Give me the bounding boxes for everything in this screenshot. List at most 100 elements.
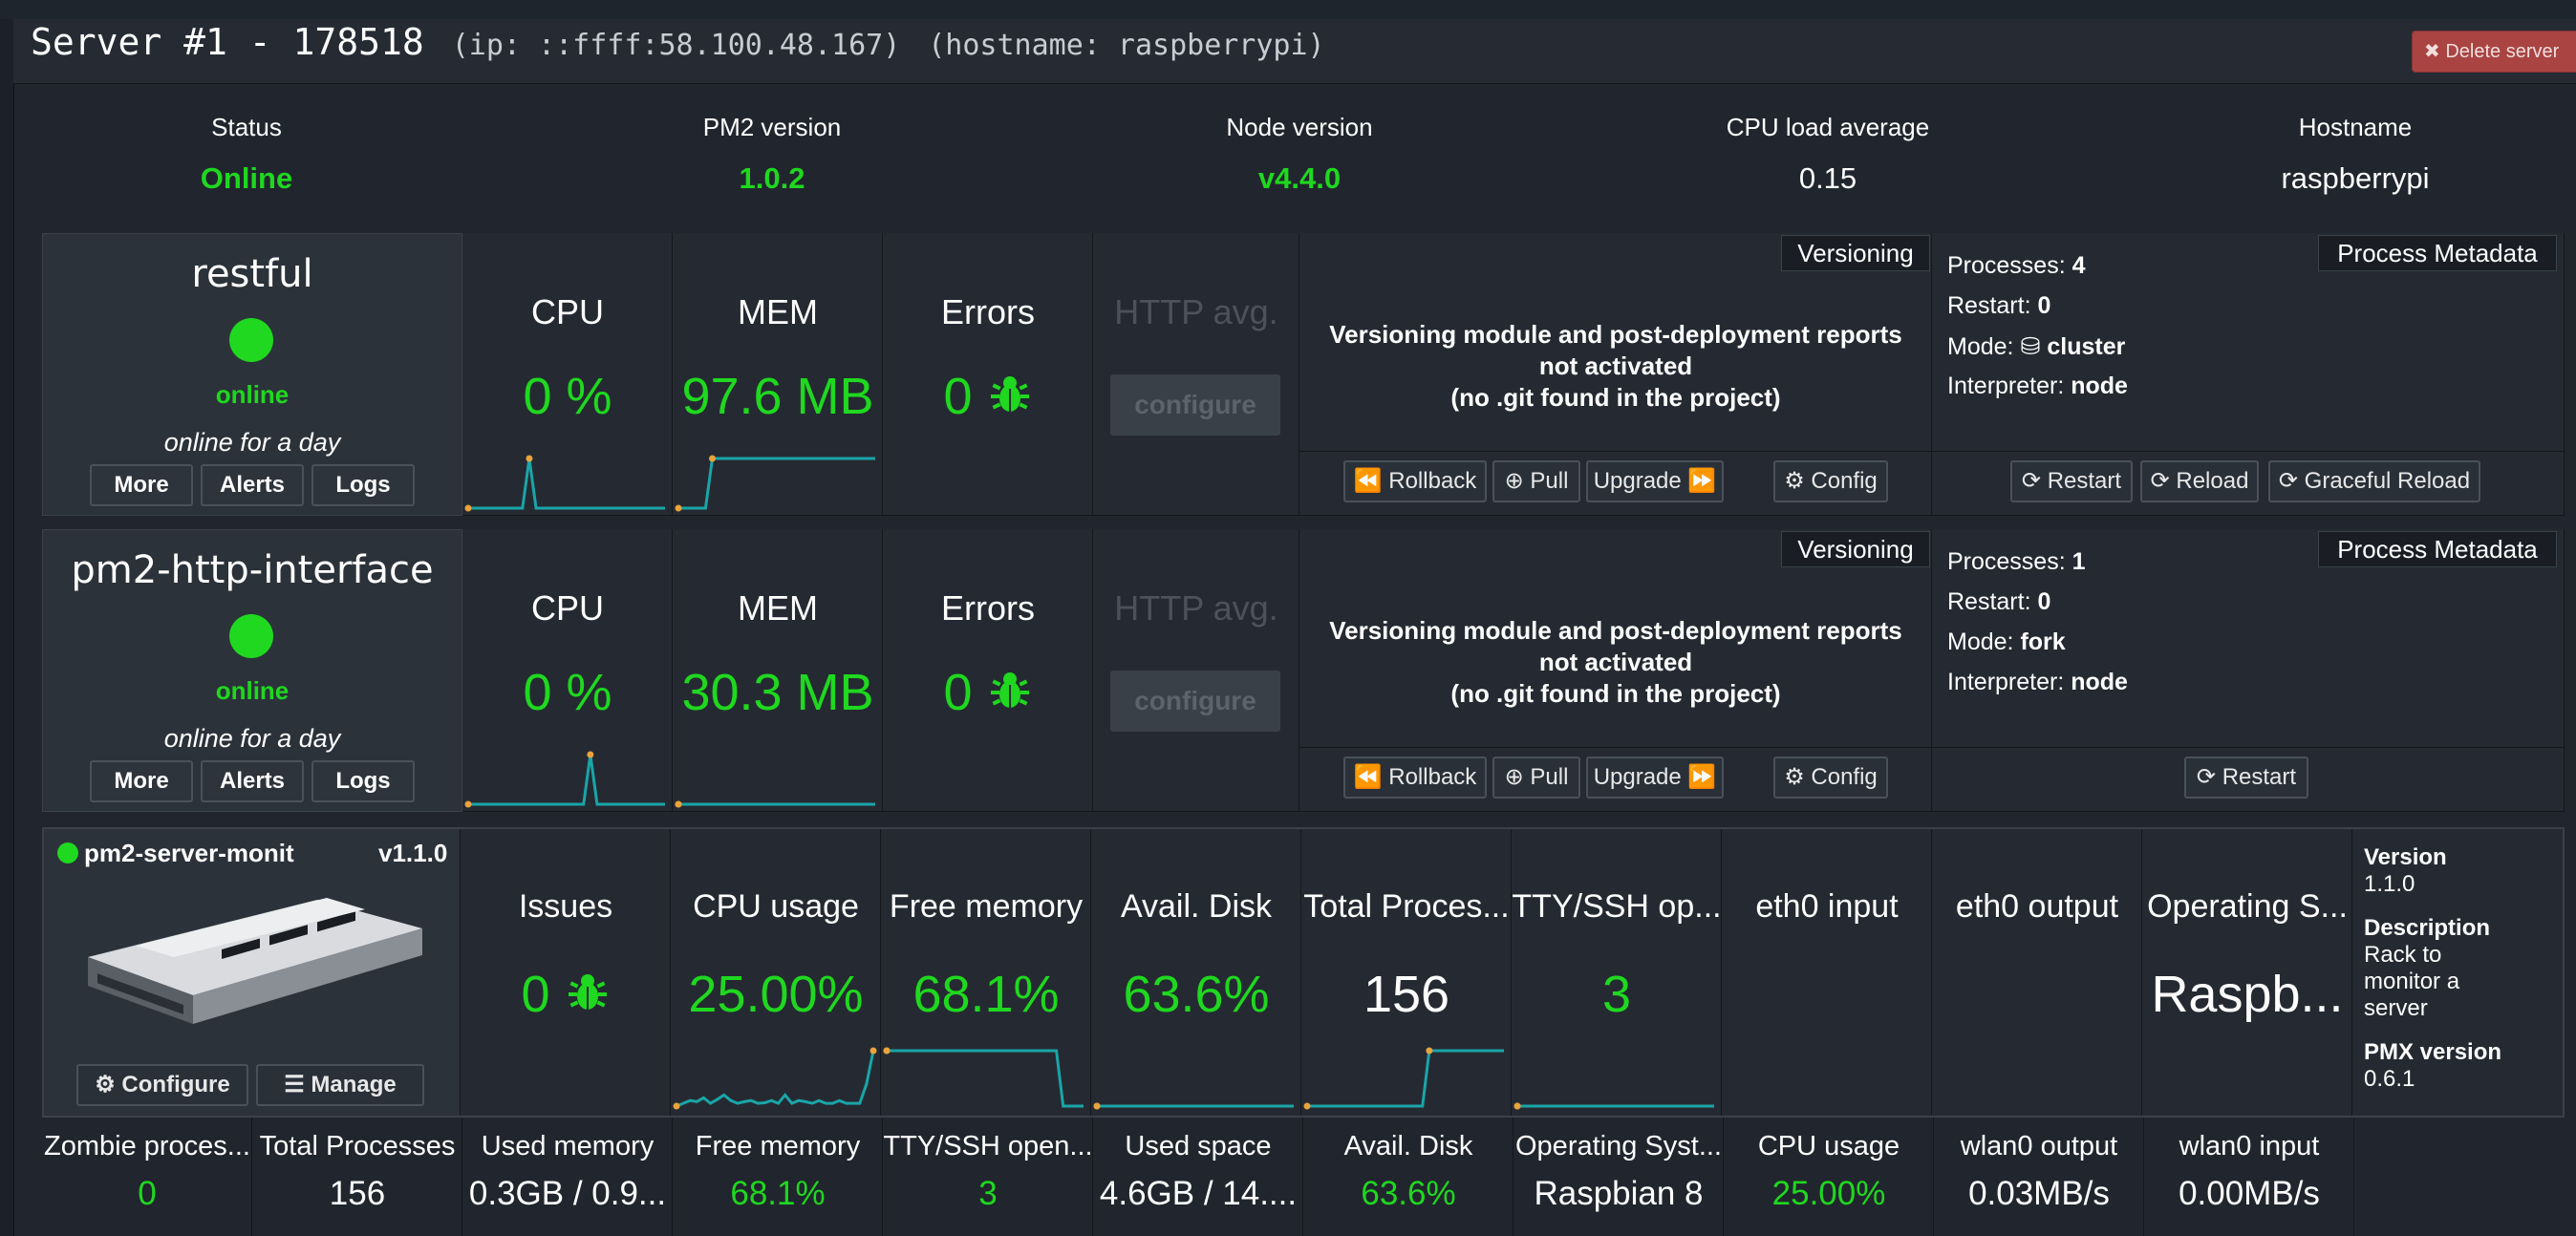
delete-server-button[interactable]: ✖ Delete server (2412, 31, 2576, 73)
server-title: Server #1 - 178518 (ip: ::ffff:58.100.48… (31, 21, 1325, 63)
bug-icon (568, 974, 607, 1010)
sparkline-start-point (464, 800, 472, 808)
more-button[interactable]: More (90, 464, 193, 506)
sparkline-start-point (1303, 1102, 1311, 1110)
meta-restart: Restart: 0 (1947, 292, 2050, 320)
rewind-icon: ⏪ (1353, 764, 1383, 790)
versioning-line-3: (no .git found in the project) (1450, 679, 1781, 708)
pull-icon: ⊕ (1504, 764, 1524, 790)
module-eth0-output-cell (1932, 829, 2142, 1116)
delete-server-label: Delete server (2445, 41, 2560, 62)
alerts-button[interactable]: Alerts (201, 760, 304, 802)
pm2-version-label: PM2 version (702, 113, 842, 141)
meta-restart-label: Restart: (1947, 292, 2031, 319)
module-tty-sparkline (1513, 1102, 1714, 1110)
bottom-stat-value: 0.03MB/s (1968, 1175, 2110, 1212)
module-manage-button[interactable]: ☰ Manage (256, 1064, 424, 1106)
node-version-label: Node version (1226, 113, 1373, 141)
meta-restart-label: Restart: (1947, 588, 2031, 615)
sparkline-peak-point (675, 800, 682, 808)
module-info-description: Description (2364, 915, 2555, 942)
http-avg-title: HTTP avg. (1114, 588, 1278, 628)
server-ip: (ip: ::ffff:58.100.48.167) (451, 29, 901, 62)
graceful-reload-button[interactable]: ⟳ Graceful Reload (2268, 460, 2480, 502)
module-configure-label: Configure (121, 1072, 230, 1097)
gear-icon: ⚙ (95, 1072, 116, 1097)
upgrade-label: Upgrade (1593, 764, 1682, 790)
process-uptime: online for a day (163, 724, 341, 753)
config-label: Config (1811, 468, 1878, 494)
sparkline-peak-point (526, 455, 533, 462)
reload-button[interactable]: ⟳ Reload (2140, 460, 2259, 502)
meta-interpreter: Interpreter: node (1947, 373, 2128, 400)
meta-processes-label: Processes: (1947, 252, 2066, 279)
sparkline-peak-point (709, 455, 717, 462)
http-configure-button[interactable]: configure (1110, 671, 1280, 732)
logs-button[interactable]: Logs (311, 464, 415, 506)
errors-title: Errors (941, 292, 1035, 331)
module-configure-button[interactable]: ⚙ Configure (76, 1064, 248, 1106)
bottom-stat-label: TTY/SSH open... (883, 1131, 1093, 1161)
restart-label: Restart (2047, 468, 2122, 494)
bottom-stat-label: CPU usage (1757, 1131, 1900, 1161)
logs-button[interactable]: Logs (311, 760, 415, 802)
meta-interpreter-value: node (2071, 669, 2128, 695)
meta-restart: Restart: 0 (1947, 588, 2050, 616)
sparkline-path (678, 457, 875, 510)
module-eth0-input-cell (1722, 829, 1932, 1116)
sparkline-start-point (673, 1102, 680, 1110)
process-uptime: online for a day (163, 428, 341, 457)
errors-count: 0 (943, 664, 973, 721)
cpu-title: CPU (530, 292, 604, 331)
hostname-value: raspberrypi (2281, 161, 2430, 195)
bug-icon (990, 672, 1029, 708)
upgrade-label: Upgrade (1593, 468, 1682, 494)
process-name: pm2-http-interface (71, 548, 434, 592)
sparkline-peak-point (883, 1047, 891, 1055)
pull-button[interactable]: ⊕ Pull (1492, 757, 1580, 799)
rewind-icon: ⏪ (1353, 468, 1383, 494)
module-status-dot (57, 842, 78, 863)
rollback-button[interactable]: ⏪ Rollback (1343, 757, 1487, 799)
pull-label: Pull (1530, 468, 1569, 494)
rollback-label: Rollback (1388, 764, 1477, 790)
module-free-memory-title: Free memory (889, 888, 1084, 925)
meta-interpreter-value: node (2071, 373, 2128, 399)
module-info-version-value: 1.1.0 (2364, 871, 2415, 897)
module-name: pm2-server-monit (84, 839, 294, 867)
cpu-sparkline (464, 751, 665, 808)
upgrade-button[interactable]: Upgrade ⏩ (1586, 460, 1724, 502)
restart-button[interactable]: ⟳ Restart (2010, 460, 2133, 502)
errors-title: Errors (941, 588, 1035, 628)
sparkline-path (676, 1050, 875, 1108)
mem-sparkline (675, 800, 875, 808)
cpu-load-summary: CPU load average 0.15 (1637, 113, 2019, 196)
config-label: Config (1811, 764, 1878, 790)
status-summary: Status Online (55, 113, 438, 196)
sparkline-path (468, 458, 665, 510)
config-button[interactable]: ⚙ Config (1773, 757, 1888, 799)
versioning-line-3: (no .git found in the project) (1450, 383, 1781, 412)
meta-processes: Processes: 1 (1947, 548, 2086, 576)
http-configure-button[interactable]: configure (1110, 374, 1280, 436)
bottom-stat-value: Raspbian 8 (1534, 1175, 1704, 1212)
rollback-button[interactable]: ⏪ Rollback (1343, 460, 1487, 502)
pull-button[interactable]: ⊕ Pull (1492, 460, 1580, 502)
module-info-version-label: Version (2364, 844, 2447, 870)
node-version-summary: Node version v4.4.0 (1108, 113, 1491, 196)
sparkline-path (468, 754, 665, 806)
config-button[interactable]: ⚙ Config (1773, 460, 1888, 502)
pull-label: Pull (1530, 764, 1569, 790)
module-total-processes-value: 156 (1363, 966, 1450, 1023)
versioning-tag: Versioning (1781, 235, 1930, 271)
upgrade-button[interactable]: Upgrade ⏩ (1586, 757, 1724, 799)
refresh-icon: ⟳ (2150, 468, 2170, 494)
restart-button[interactable]: ⟳ Restart (2184, 757, 2308, 799)
rollback-label: Rollback (1388, 468, 1477, 494)
pull-icon: ⊕ (1504, 468, 1524, 494)
alerts-button[interactable]: Alerts (201, 464, 304, 506)
process-status: online (215, 676, 290, 705)
bottom-stat-value: 0.3GB / 0.9... (468, 1175, 667, 1212)
errors-value: 0 (883, 663, 1093, 722)
more-button[interactable]: More (90, 760, 193, 802)
